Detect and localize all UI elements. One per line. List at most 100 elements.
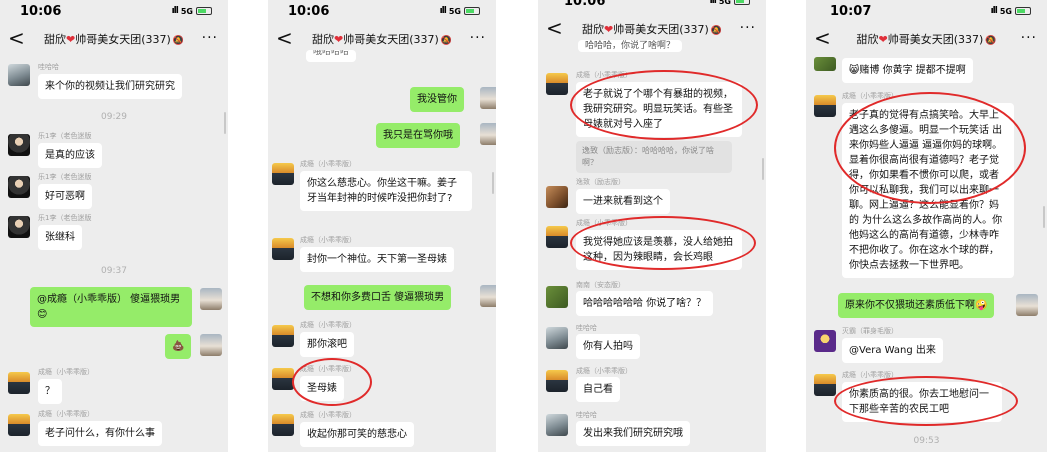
message-bubble[interactable]: 圣母婊 — [300, 376, 344, 401]
more-options-icon[interactable]: ··· — [470, 30, 486, 46]
sender-name: 成瘾（小乖乖版） — [38, 410, 94, 418]
my-message-bubble[interactable]: 不想和你多费口舌 傻逼猥琐男 — [304, 285, 452, 310]
scrollbar[interactable] — [224, 112, 226, 134]
sender-name: 成瘾（小乖乖版） — [842, 371, 898, 379]
chat-screenshot-1: 10:06 ıll 5G < 甜欣❤帅哥美女天团(337) 🔕 ··· 哇哈哈 来个… — [0, 0, 228, 452]
message-bubble[interactable]: 😸赌博 你黄字 提都不提啊 — [842, 58, 973, 83]
scrollbar[interactable] — [492, 172, 494, 194]
avatar[interactable] — [546, 286, 568, 308]
avatar[interactable] — [272, 368, 294, 390]
sender-name: 成瘾（小乖乖版） — [300, 160, 356, 168]
sender-name: 成瘾（小乖乖版） — [300, 236, 356, 244]
my-avatar[interactable] — [200, 334, 222, 356]
heart-icon: ❤ — [878, 33, 888, 46]
sender-name: 灭霸（罪身毛版） — [842, 327, 898, 335]
avatar[interactable] — [8, 414, 30, 436]
my-message-bubble[interactable]: 我没管你 — [410, 87, 464, 112]
my-message-bubble[interactable]: @成瘾（小乖乖版） 傻逼猥琐男😊 — [30, 287, 192, 327]
sender-name: 乐1李（老色迷版 — [38, 214, 92, 222]
avatar[interactable] — [8, 216, 30, 238]
message-bubble[interactable]: 收起你那可笑的慈悲心 — [300, 422, 414, 447]
my-avatar[interactable] — [480, 123, 496, 145]
avatar[interactable] — [814, 95, 836, 117]
my-message-bubble[interactable]: 💩 — [165, 334, 192, 359]
message-bubble[interactable]: 老子问什么，有你什么事 — [38, 421, 162, 446]
message-bubble[interactable]: 张继科 — [38, 225, 82, 250]
message-bubble[interactable]: 哈哈哈，你说了啥啊？ — [578, 40, 683, 52]
avatar[interactable] — [546, 226, 568, 248]
my-avatar[interactable] — [200, 288, 222, 310]
group-title: 甜欣❤帅哥美女天团(337) 🔕 — [43, 33, 185, 46]
message-bubble[interactable]: 老子就说了个哪个有暴甜的视频，我研究研究。明显玩笑话。有些圣母婊就对号入座了 — [576, 82, 742, 137]
avatar[interactable] — [546, 186, 568, 208]
sender-name: 成瘾（小乖乖版） — [38, 368, 94, 376]
message-bubble[interactable]: 哈哈哈哈哈哈 你说了啥？？ — [576, 291, 714, 316]
message-bubble[interactable]: 封你一个神位。天下第一圣母婊 — [300, 247, 454, 272]
message-bubble[interactable]: 那你滚吧 — [300, 332, 354, 357]
avatar[interactable] — [272, 414, 294, 436]
heart-icon: ❤ — [65, 33, 76, 46]
signal-indicator: ıll 5G — [991, 6, 1031, 16]
avatar[interactable] — [814, 374, 836, 396]
quoted-message[interactable]: 逸致（励志版）：哈哈哈哈，你说了啥啊？ — [576, 141, 732, 173]
avatar[interactable] — [8, 134, 30, 156]
status-bar: 10:06 ıll 5G — [538, 0, 766, 14]
avatar[interactable] — [272, 325, 294, 347]
battery-icon — [1015, 7, 1031, 15]
avatar[interactable] — [8, 176, 30, 198]
sender-name: 乐1李（老色迷版 — [38, 132, 92, 140]
avatar[interactable] — [814, 57, 836, 71]
my-avatar[interactable] — [480, 285, 496, 307]
avatar[interactable] — [272, 238, 294, 260]
message-bubble[interactable]: 你有人拍吗 — [576, 334, 640, 359]
sender-name: 逸致（励志版） — [576, 178, 625, 186]
message-bubble[interactable]: 哦哈哈哈 — [306, 50, 357, 62]
my-message-bubble[interactable]: 原来你不仅猥琐还素质低下啊🤪 — [838, 293, 995, 318]
message-bubble[interactable]: 好可恶啊 — [38, 184, 92, 209]
message-bubble[interactable]: 你这么慈悲心。你坐这干嘛。姜子牙当年封神的时候咋没把你封了? — [300, 171, 472, 211]
message-bubble[interactable]: 来个你的视频让我们研究研究 — [38, 74, 182, 99]
battery-icon — [196, 7, 212, 15]
more-options-icon[interactable]: ··· — [202, 30, 218, 46]
battery-icon — [734, 0, 750, 5]
sender-name: 哇哈哈 — [576, 411, 597, 419]
avatar[interactable] — [546, 414, 568, 436]
avatar[interactable] — [272, 163, 294, 185]
group-title: 甜欣❤帅哥美女天团(337) 🔕 — [581, 23, 723, 36]
heart-icon: ❤ — [333, 33, 344, 46]
signal-indicator: ıll 5G — [710, 0, 750, 6]
avatar[interactable] — [814, 330, 836, 352]
avatar[interactable] — [8, 64, 30, 86]
status-bar: 10:06 ıll 5G — [268, 0, 496, 24]
more-options-icon[interactable]: ··· — [1021, 30, 1037, 46]
my-message-bubble[interactable]: 我只是在骂你哦 — [376, 123, 460, 148]
time-separator: 09:37 — [101, 266, 127, 276]
scrollbar[interactable] — [762, 158, 764, 180]
message-bubble[interactable]: 你素质高的很。你去工地慰问一下那些辛苦的农民工吧 — [842, 382, 1002, 422]
sender-name: 成瘾（小乖乖版） — [300, 321, 356, 329]
my-avatar[interactable] — [1016, 294, 1038, 316]
avatar[interactable] — [546, 73, 568, 95]
message-bubble[interactable]: ？ — [38, 379, 62, 404]
message-bubble[interactable]: 老子真的觉得有点搞笑哈。大早上遇这么多傻逼。明显一个玩笑话 出来你妈些人逼逼 逼… — [842, 103, 1014, 278]
sender-name: 乐1李（老色迷版 — [38, 173, 92, 181]
time-separator: 09:29 — [101, 112, 127, 122]
group-title: 甜欣❤帅哥美女天团(337) 🔕 — [311, 33, 453, 46]
chat-screenshot-3: 10:06 ıll 5G < 甜欣❤帅哥美女天团(337) 🔕 ··· 哈哈哈，你说… — [538, 0, 766, 452]
more-options-icon[interactable]: ··· — [740, 20, 756, 36]
signal-indicator: ıll 5G — [440, 6, 480, 16]
message-bubble[interactable]: 自己看 — [576, 377, 620, 402]
avatar[interactable] — [8, 372, 30, 394]
message-bubble[interactable]: 我觉得她应该是羡慕，没人给她拍这种，因为辣眼睛，会长鸡眼 — [576, 230, 742, 270]
message-bubble[interactable]: @Vera Wang 出来 — [842, 338, 943, 363]
message-bubble[interactable]: 发出来我们研究研究哦 — [576, 421, 690, 446]
avatar[interactable] — [546, 370, 568, 392]
message-bubble[interactable]: 是真的应该 — [38, 143, 102, 168]
scrollbar[interactable] — [1043, 206, 1045, 228]
message-bubble[interactable]: 一进来就看到这个 — [576, 189, 670, 214]
my-avatar[interactable] — [480, 87, 496, 109]
chat-screenshot-4: 10:07 ıll 5G < 甜欣❤帅哥美女天团(337) 🔕 ··· 😸赌博 你黄… — [806, 0, 1047, 452]
signal-icon: ıll — [171, 6, 179, 16]
signal-icon: ıll — [990, 6, 998, 16]
avatar[interactable] — [546, 327, 568, 349]
